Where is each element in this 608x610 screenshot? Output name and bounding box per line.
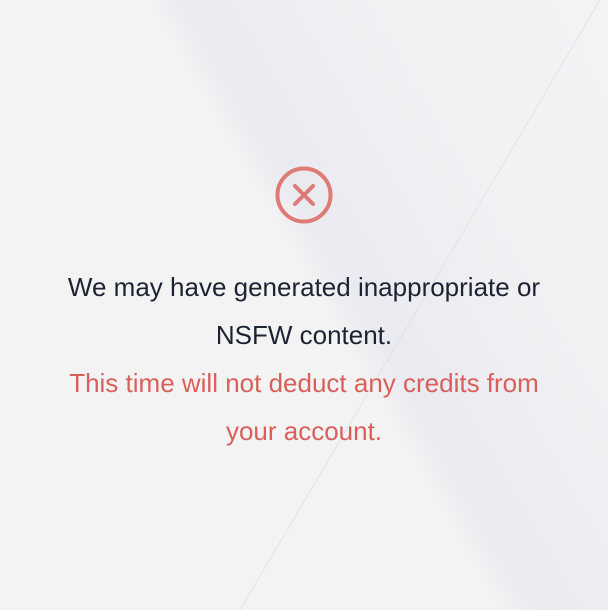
warning-content: We may have generated inappropriate or N… [0, 165, 608, 455]
error-circle-x-icon [275, 166, 333, 224]
warning-message-line-2: NSFW content. [215, 320, 393, 350]
warning-message: We may have generated inappropriate or N… [0, 263, 608, 359]
nsfw-warning-panel: We may have generated inappropriate or N… [0, 0, 608, 610]
credits-notice-line-1: This time will not deduct any credits fr… [69, 368, 539, 398]
credits-notice-line-2: your account. [225, 416, 383, 446]
credits-notice: This time will not deduct any credits fr… [0, 359, 608, 455]
warning-message-line-1: We may have generated inappropriate or [67, 272, 541, 302]
